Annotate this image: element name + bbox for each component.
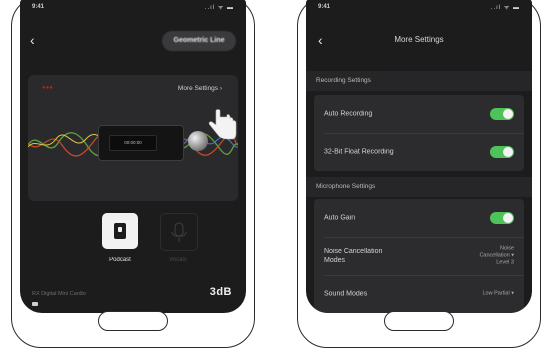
geometric-line-button[interactable]: Geometric Line (162, 31, 236, 51)
app-screen-settings: 9:41 ..ıl ᯤ ▬ ‹ More Settings Recording … (306, 0, 532, 313)
device-screen: 00:00:00 (109, 135, 157, 151)
vocals-mode-button[interactable] (160, 213, 198, 251)
podcast-mode-label: Podcast (109, 257, 131, 263)
recorder-device-image: 00:00:00 (98, 125, 184, 161)
section-header-microphone: Microphone Settings (306, 177, 532, 197)
section-header-recording: Recording Settings (306, 71, 532, 91)
phone-frame-left: 9:41 ..ıl ᯤ ▬ ‹ Geometric Line ●●● More … (11, 0, 255, 348)
battery-icon (32, 302, 38, 306)
auto-recording-toggle[interactable] (490, 108, 514, 120)
record-indicator-icon: ●●● (42, 85, 53, 91)
vocals-mode-label: Vocals (169, 257, 187, 263)
brand-logo: 3dB (209, 286, 232, 298)
sound-modes-select[interactable]: Low Partial ▾ (483, 291, 515, 298)
sound-modes-label: Sound Modes (324, 290, 368, 298)
noise-cancellation-select[interactable]: Noise Cancellation ▾ Level 3 (479, 246, 514, 267)
auto-gain-toggle[interactable] (490, 212, 514, 224)
home-button[interactable] (98, 311, 168, 331)
podcast-mode-button[interactable] (102, 213, 138, 249)
row-auto-recording: Auto Recording (314, 95, 524, 133)
row-noise-cancellation[interactable]: Noise Cancellation Modes Noise Cancellat… (314, 237, 524, 275)
home-button[interactable] (384, 311, 454, 331)
status-time: 9:41 (318, 4, 331, 10)
chevron-left-icon[interactable]: ‹ (30, 33, 35, 47)
page-title: More Settings (394, 35, 444, 44)
status-bar: 9:41 ..ıl ᯤ ▬ (20, 0, 246, 15)
tap-hand-icon (208, 109, 237, 140)
auto-gain-label: Auto Gain (324, 214, 356, 222)
microphone-settings-group: Auto Gain Noise Cancellation Modes Noise… (314, 199, 524, 313)
device-knob-icon (188, 131, 208, 151)
row-sound-modes[interactable]: Sound Modes Low Partial ▾ (314, 275, 524, 313)
recording-settings-group: Auto Recording 32-Bit Float Recording (314, 95, 524, 171)
float-recording-toggle[interactable] (490, 146, 514, 158)
status-time: 9:41 (32, 4, 45, 10)
status-icons: ..ıl ᯤ ▬ (204, 5, 234, 11)
phone-frame-right: 9:41 ..ıl ᯤ ▬ ‹ More Settings Recording … (297, 0, 541, 348)
podcast-device-icon (114, 223, 126, 239)
device-name-text: RX Digital Mini Cardio (32, 291, 86, 297)
row-auto-gain: Auto Gain (314, 199, 524, 237)
auto-recording-label: Auto Recording (324, 110, 373, 118)
noise-cancellation-label: Noise Cancellation Modes (324, 248, 383, 264)
app-screen-main: 9:41 ..ıl ᯤ ▬ ‹ Geometric Line ●●● More … (20, 0, 246, 313)
vocal-mic-icon (171, 222, 187, 242)
row-float-recording: 32-Bit Float Recording (314, 133, 524, 171)
status-icons: ..ıl ᯤ ▬ (490, 5, 520, 11)
float-recording-label: 32-Bit Float Recording (324, 148, 394, 156)
status-bar: 9:41 ..ıl ᯤ ▬ (306, 0, 532, 15)
device-card: ●●● More Settings › 00:00:00 (28, 75, 238, 201)
more-settings-link[interactable]: More Settings › (178, 85, 222, 92)
